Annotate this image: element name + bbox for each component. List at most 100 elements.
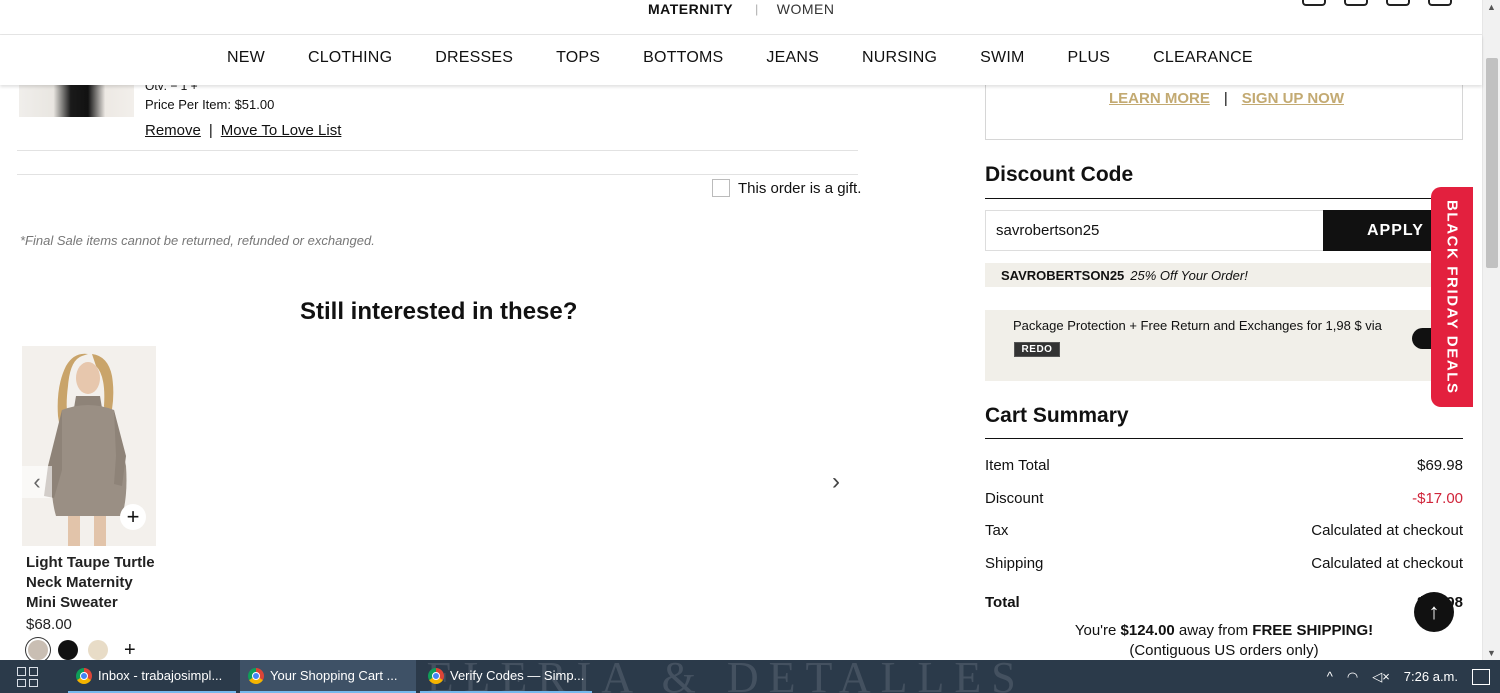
scroll-up-icon[interactable]: ▲	[1487, 2, 1496, 12]
cart-summary-title: Cart Summary	[985, 404, 1129, 427]
black-friday-deals-tab[interactable]: BLACK FRIDAY DEALS	[1431, 187, 1473, 407]
summary-label: Shipping	[985, 555, 1044, 572]
product-card[interactable]: +	[22, 346, 156, 546]
summary-label: Tax	[985, 522, 1009, 539]
carousel-next-button[interactable]: ›	[832, 468, 840, 496]
package-protection-text: Package Protection + Free Return and Exc…	[1013, 318, 1382, 333]
scrollbar-thumb[interactable]	[1486, 58, 1498, 268]
divider	[985, 198, 1463, 199]
product-price: $68.00	[26, 616, 72, 633]
chrome-icon	[76, 667, 92, 684]
nav-item-clearance[interactable]: CLEARANCE	[1153, 49, 1253, 67]
divider	[17, 174, 858, 175]
price-per-item: Price Per Item: $51.00	[145, 97, 275, 112]
learn-more-link[interactable]: LEARN MORE	[1109, 90, 1210, 107]
summary-row-tax: Tax Calculated at checkout	[985, 522, 1463, 539]
brand-tab-maternity[interactable]: MATERNITY	[648, 1, 733, 17]
volume-muted-icon[interactable]: ◁×	[1372, 669, 1390, 685]
summary-value: Calculated at checkout	[1311, 522, 1463, 539]
free-ship-note: (Contiguous US orders only)	[1129, 642, 1319, 659]
chrome-icon	[248, 667, 264, 684]
nav-item-jeans[interactable]: JEANS	[766, 49, 819, 67]
divider	[985, 438, 1463, 439]
nav-item-clothing[interactable]: CLOTHING	[308, 49, 392, 67]
brand-tab-women[interactable]: WOMEN	[777, 1, 835, 17]
free-ship-prefix: You're	[1074, 622, 1121, 639]
nav-item-new[interactable]: NEW	[227, 49, 265, 67]
taskbar-item-label: Verify Codes — Simp...	[450, 668, 585, 683]
brand-separator: |	[755, 1, 759, 16]
summary-row-total: Total $52.98	[985, 594, 1463, 611]
account-icon[interactable]	[1344, 0, 1368, 6]
move-to-love-list-link[interactable]: Move To Love List	[221, 122, 342, 139]
more-swatches-button[interactable]: +	[124, 640, 136, 660]
nav-item-dresses[interactable]: DRESSES	[435, 49, 513, 67]
applied-discount: SAVROBERTSON25 25% Off Your Order!	[985, 263, 1463, 287]
summary-value: $69.98	[1417, 457, 1463, 474]
notifications-icon[interactable]	[1472, 668, 1490, 685]
applied-code-description: 25% Off Your Order!	[1130, 267, 1248, 283]
remove-link[interactable]: Remove	[145, 122, 201, 139]
summary-label: Discount	[985, 490, 1044, 507]
color-swatches: +	[28, 640, 136, 660]
divider	[17, 150, 858, 151]
product-name[interactable]: Light Taupe Turtle Neck Maternity Mini S…	[26, 553, 161, 613]
nav-item-nursing[interactable]: NURSING	[862, 49, 937, 67]
header-icons	[1302, 0, 1452, 6]
gift-label: This order is a gift.	[738, 179, 862, 197]
scroll-down-icon[interactable]: ▼	[1487, 648, 1496, 658]
taskbar-item-inbox[interactable]: Inbox - trabajosimpl...	[68, 660, 236, 693]
nav-item-bottoms[interactable]: BOTTOMS	[643, 49, 723, 67]
clock[interactable]: 7:26 a.m.	[1404, 669, 1458, 684]
nav-item-tops[interactable]: TOPS	[556, 49, 600, 67]
cart-item-actions: Remove | Move To Love List	[145, 122, 341, 139]
network-icon[interactable]: ◠	[1347, 669, 1358, 685]
nav-item-swim[interactable]: SWIM	[980, 49, 1024, 67]
rewards-links: LEARN MORE | SIGN UP NOW	[1109, 90, 1344, 107]
scroll-to-top-button[interactable]: ↑	[1414, 592, 1454, 632]
carousel-prev-button[interactable]: ‹	[22, 466, 52, 498]
chrome-icon	[428, 667, 444, 684]
gift-option[interactable]: This order is a gift.	[712, 179, 861, 197]
recommendations-title: Still interested in these?	[300, 298, 578, 325]
free-ship-label: FREE SHIPPING!	[1252, 622, 1374, 639]
swatch-taupe[interactable]	[28, 640, 48, 660]
summary-value: -$17.00	[1412, 490, 1463, 507]
system-tray: ^ ◠ ◁× 7:26 a.m.	[1327, 660, 1500, 693]
swatch-cream[interactable]	[88, 640, 108, 660]
windows-taskbar: PAPELERÍA & DETALLES Inbox - trabajosimp…	[0, 660, 1500, 693]
page-scrollbar[interactable]: ▲ ▼	[1482, 0, 1500, 660]
taskbar-item-shopping-cart[interactable]: Your Shopping Cart ...	[240, 660, 416, 693]
free-shipping-message: You're $124.00 away from FREE SHIPPING! …	[985, 621, 1463, 661]
search-icon[interactable]	[1302, 0, 1326, 6]
actions-separator: |	[208, 122, 213, 139]
brand-tabs: MATERNITY | WOMEN	[648, 0, 834, 17]
cart-icon[interactable]	[1428, 0, 1452, 6]
nav-items: NEW CLOTHING DRESSES TOPS BOTTOMS JEANS …	[227, 49, 1253, 67]
gift-checkbox[interactable]	[712, 179, 730, 197]
taskbar-item-label: Your Shopping Cart ...	[270, 668, 398, 683]
redo-logo: REDO	[1014, 342, 1060, 357]
main-nav: NEW CLOTHING DRESSES TOPS BOTTOMS JEANS …	[0, 35, 1482, 85]
sign-up-now-link[interactable]: SIGN UP NOW	[1242, 90, 1344, 107]
wishlist-icon[interactable]	[1386, 0, 1410, 6]
links-separator: |	[1223, 90, 1228, 107]
tray-chevron-icon[interactable]: ^	[1327, 669, 1333, 684]
summary-label: Item Total	[985, 457, 1050, 474]
product-image[interactable]: +	[22, 346, 156, 546]
discount-code-title: Discount Code	[985, 163, 1134, 186]
free-ship-amount: $124.00	[1120, 622, 1175, 639]
taskbar-item-verify-codes[interactable]: Verify Codes — Simp...	[420, 660, 592, 693]
summary-row-item-total: Item Total $69.98	[985, 457, 1463, 474]
swatch-black[interactable]	[58, 640, 78, 660]
nav-item-plus[interactable]: PLUS	[1068, 49, 1111, 67]
cart-item-image[interactable]	[19, 85, 134, 117]
task-view-icon[interactable]	[17, 667, 39, 687]
final-sale-note: *Final Sale items cannot be returned, re…	[20, 233, 375, 248]
black-friday-label: BLACK FRIDAY DEALS	[1443, 199, 1461, 395]
quick-add-button[interactable]: +	[120, 504, 146, 530]
summary-value: Calculated at checkout	[1311, 555, 1463, 572]
discount-code-input[interactable]	[985, 210, 1323, 251]
applied-code: SAVROBERTSON25	[1001, 267, 1125, 283]
top-header: MATERNITY | WOMEN	[0, 0, 1482, 35]
